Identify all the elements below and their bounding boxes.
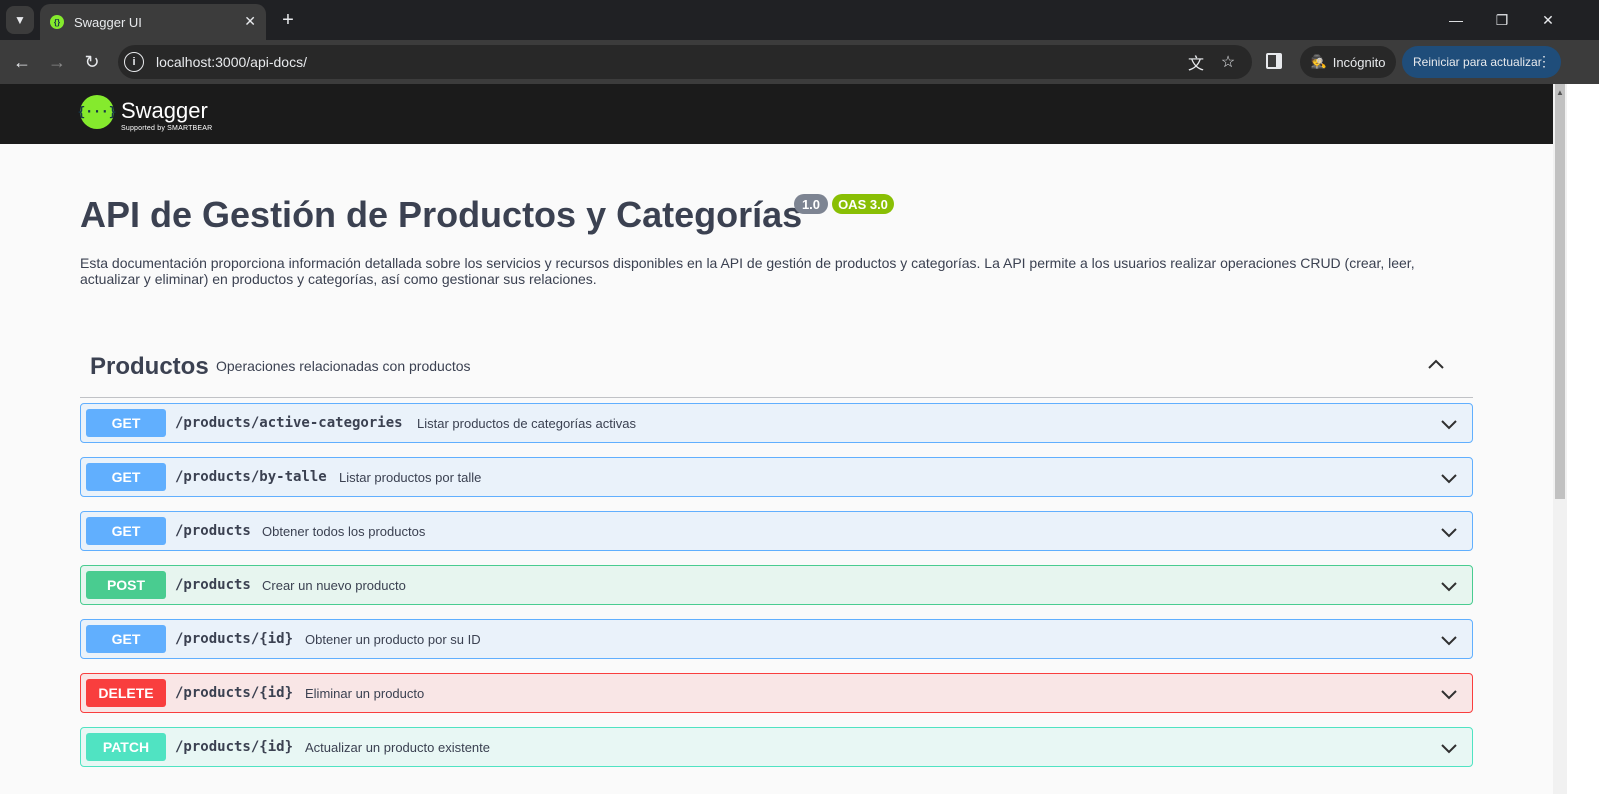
forward-arrow-icon[interactable]: → bbox=[43, 48, 71, 76]
version-badge: 1.0 bbox=[794, 194, 828, 214]
api-title: API de Gestión de Productos y Categorías bbox=[80, 194, 803, 235]
method-badge: GET bbox=[86, 463, 166, 491]
operation-path: /products bbox=[175, 577, 251, 593]
swagger-favicon-icon: {} bbox=[50, 15, 64, 29]
back-arrow-icon[interactable]: ← bbox=[8, 48, 36, 76]
update-button[interactable]: Reiniciar para actualizar ⋮ bbox=[1402, 46, 1561, 78]
reload-icon[interactable]: ↻ bbox=[78, 48, 106, 76]
operation-path: /products/{id} bbox=[175, 631, 294, 647]
incognito-label: Incógnito bbox=[1332, 54, 1386, 70]
swagger-logo-icon: {···} bbox=[77, 95, 117, 129]
swagger-logo[interactable]: {···} Swagger Supported by SMARTBEAR bbox=[77, 94, 220, 136]
api-description: Esta documentación proporciona informaci… bbox=[80, 255, 1415, 287]
more-menu-icon[interactable]: ⋮ bbox=[1537, 53, 1551, 70]
chevron-down-icon[interactable] bbox=[1439, 468, 1459, 488]
method-badge: PATCH bbox=[86, 733, 166, 761]
swagger-topbar: {···} Swagger Supported by SMARTBEAR bbox=[0, 84, 1553, 144]
tag-name: Productos bbox=[90, 353, 209, 380]
restore-icon[interactable]: ❐ bbox=[1487, 8, 1517, 32]
operation-summary: Listar productos de categorías activas bbox=[417, 416, 636, 431]
browser-toolbar: ← → ↻ i localhost:3000/api-docs/ 文 ☆ 🕵 I… bbox=[0, 40, 1599, 84]
minimize-icon[interactable]: — bbox=[1441, 8, 1471, 32]
chevron-up-icon[interactable] bbox=[1426, 354, 1446, 374]
tab-title: Swagger UI bbox=[74, 14, 142, 30]
operation-summary: Listar productos por talle bbox=[339, 470, 482, 485]
operation-summary: Crear un nuevo producto bbox=[262, 578, 406, 593]
scrollbar-thumb[interactable] bbox=[1555, 84, 1565, 499]
tag-description: Operaciones relacionadas con productos bbox=[216, 358, 471, 374]
page-scrollbar[interactable] bbox=[1553, 84, 1567, 794]
chevron-down-icon: ▼ bbox=[14, 13, 26, 27]
supported-by-text: Supported by SMARTBEAR bbox=[121, 125, 213, 132]
close-window-icon[interactable]: ✕ bbox=[1533, 8, 1563, 32]
scroll-up-arrow-icon[interactable]: ▲ bbox=[1556, 88, 1564, 97]
side-panel-icon[interactable] bbox=[1266, 53, 1282, 69]
new-tab-button[interactable]: + bbox=[276, 8, 300, 32]
operation-path: /products/by-talle bbox=[175, 469, 327, 485]
operation-summary: Actualizar un producto existente bbox=[305, 740, 490, 755]
operation-delete-product[interactable]: DELETE /products/{id} Eliminar un produc… bbox=[80, 673, 1473, 713]
translate-icon[interactable]: 文 bbox=[1186, 52, 1206, 73]
operation-get-active-categories[interactable]: GET /products/active-categories Listar p… bbox=[80, 403, 1473, 443]
operation-get-by-talle[interactable]: GET /products/by-talle Listar productos … bbox=[80, 457, 1473, 497]
incognito-indicator[interactable]: 🕵 Incógnito bbox=[1300, 46, 1396, 78]
chevron-down-icon[interactable] bbox=[1439, 738, 1459, 758]
tab-search-button[interactable]: ▼ bbox=[6, 6, 34, 34]
method-badge: POST bbox=[86, 571, 166, 599]
method-badge: GET bbox=[86, 517, 166, 545]
chevron-down-icon[interactable] bbox=[1439, 630, 1459, 650]
operation-path: /products/{id} bbox=[175, 685, 294, 701]
chevron-down-icon[interactable] bbox=[1439, 684, 1459, 704]
method-badge: GET bbox=[86, 409, 166, 437]
tag-section-productos[interactable]: Productos Operaciones relacionadas con p… bbox=[80, 346, 1473, 398]
operation-path: /products bbox=[175, 523, 251, 539]
swagger-brand: Swagger bbox=[121, 98, 208, 123]
incognito-icon: 🕵 bbox=[1310, 54, 1327, 69]
url-text[interactable]: localhost:3000/api-docs/ bbox=[156, 54, 307, 70]
chevron-down-icon[interactable] bbox=[1439, 414, 1459, 434]
operation-path: /products/{id} bbox=[175, 739, 294, 755]
window-edge bbox=[1567, 84, 1599, 794]
operation-summary: Obtener un producto por su ID bbox=[305, 632, 481, 647]
operation-post-products[interactable]: POST /products Crear un nuevo producto bbox=[80, 565, 1473, 605]
operation-path: /products/active-categories bbox=[175, 415, 403, 431]
operation-summary: Eliminar un producto bbox=[305, 686, 425, 701]
tab-close-icon[interactable]: ✕ bbox=[244, 13, 256, 30]
site-info-icon[interactable]: i bbox=[124, 52, 144, 72]
bookmark-star-icon[interactable]: ☆ bbox=[1218, 52, 1238, 72]
operation-get-products[interactable]: GET /products Obtener todos los producto… bbox=[80, 511, 1473, 551]
page-viewport: {···} Swagger Supported by SMARTBEAR API… bbox=[0, 84, 1553, 794]
operation-patch-product[interactable]: PATCH /products/{id} Actualizar un produ… bbox=[80, 727, 1473, 767]
chevron-down-icon[interactable] bbox=[1439, 576, 1459, 596]
operation-get-product-by-id[interactable]: GET /products/{id} Obtener un producto p… bbox=[80, 619, 1473, 659]
method-badge: DELETE bbox=[86, 679, 166, 707]
address-bar[interactable]: i localhost:3000/api-docs/ 文 ☆ bbox=[118, 45, 1252, 79]
operation-summary: Obtener todos los productos bbox=[262, 524, 426, 539]
browser-tab[interactable]: {} Swagger UI ✕ bbox=[40, 4, 266, 40]
method-badge: GET bbox=[86, 625, 166, 653]
update-label: Reiniciar para actualizar bbox=[1413, 55, 1542, 69]
browser-tab-bar: ▼ {} Swagger UI ✕ + — ❐ ✕ bbox=[0, 0, 1599, 40]
chevron-down-icon[interactable] bbox=[1439, 522, 1459, 542]
oas-badge: OAS 3.0 bbox=[832, 194, 894, 214]
